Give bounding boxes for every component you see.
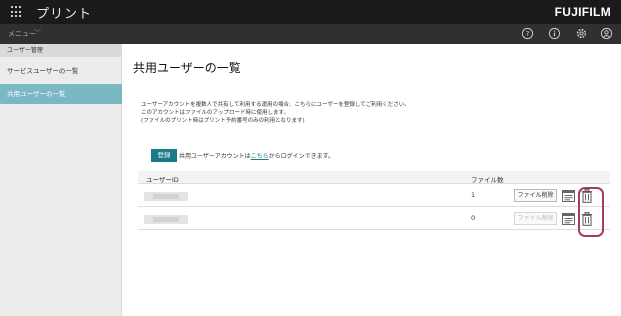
chevron-down-icon[interactable]: ﹀ xyxy=(34,28,41,38)
column-header-file-count: ファイル数 xyxy=(471,176,504,184)
file-count: 1 xyxy=(471,191,476,199)
menu-dropdown[interactable]: メニュー xyxy=(8,29,36,39)
login-note-prefix: 共用ユーザーアカウントは xyxy=(179,153,251,160)
login-link[interactable]: こちら xyxy=(251,153,269,160)
svg-text:?: ? xyxy=(526,30,530,38)
sidebar: ユーザー管理 サービスユーザーの一覧 共用ユーザーの一覧 xyxy=(0,44,122,316)
trash-highlight-annotation xyxy=(578,187,604,237)
delete-files-button[interactable]: ファイル削除 xyxy=(514,189,557,202)
file-list-icon[interactable] xyxy=(562,213,575,225)
user-account-icon[interactable] xyxy=(600,27,613,40)
app-launcher-grid-icon[interactable] xyxy=(11,6,23,18)
table-row: 1 ファイル削除 xyxy=(138,185,610,207)
description-line: このアカウントはファイルのアップロード時に使用します。 xyxy=(141,110,289,116)
page-title: 共用ユーザーの一覧 xyxy=(133,61,241,75)
sidebar-item-shared-users[interactable]: 共用ユーザーの一覧 xyxy=(0,84,122,104)
sidebar-group-user-management: ユーザー管理 xyxy=(0,44,122,57)
login-note-suffix: からログインできます。 xyxy=(268,153,335,160)
info-icon[interactable] xyxy=(548,27,561,40)
delete-files-button[interactable]: ファイル削除 xyxy=(514,212,557,225)
sidebar-item-service-users[interactable]: サービスユーザーの一覧 xyxy=(0,61,122,81)
app-title: プリント xyxy=(36,7,93,22)
login-note: 共用ユーザーアカウントはこちらからログインできます。 xyxy=(179,151,334,160)
main-content: 共用ユーザーの一覧 ユーザーアカウントを複数人で共有して利用する運用の場合、こち… xyxy=(123,44,621,316)
help-icon[interactable]: ? xyxy=(521,27,534,40)
sub-header: メニュー ﹀ ? xyxy=(0,24,621,44)
table-row: 0 ファイル削除 xyxy=(138,208,610,230)
description-line: ユーザーアカウントを複数人で共有して利用する運用の場合、こちらにユーザーを登録し… xyxy=(141,102,410,108)
user-id-redacted xyxy=(144,215,188,224)
user-id-redacted xyxy=(144,192,188,201)
top-header: プリント FUJIFILM xyxy=(0,0,621,24)
brand-logo: FUJIFILM xyxy=(554,5,611,19)
register-button[interactable]: 登録 xyxy=(151,149,177,162)
file-list-icon[interactable] xyxy=(562,190,575,202)
description-line: (ファイルのプリント時はプリント予約番号のみの利用となります) xyxy=(141,118,305,124)
table-header: ユーザーID ファイル数 xyxy=(138,171,610,184)
file-count: 0 xyxy=(471,214,476,222)
settings-gear-icon[interactable] xyxy=(575,27,588,40)
column-header-user-id: ユーザーID xyxy=(146,176,179,184)
